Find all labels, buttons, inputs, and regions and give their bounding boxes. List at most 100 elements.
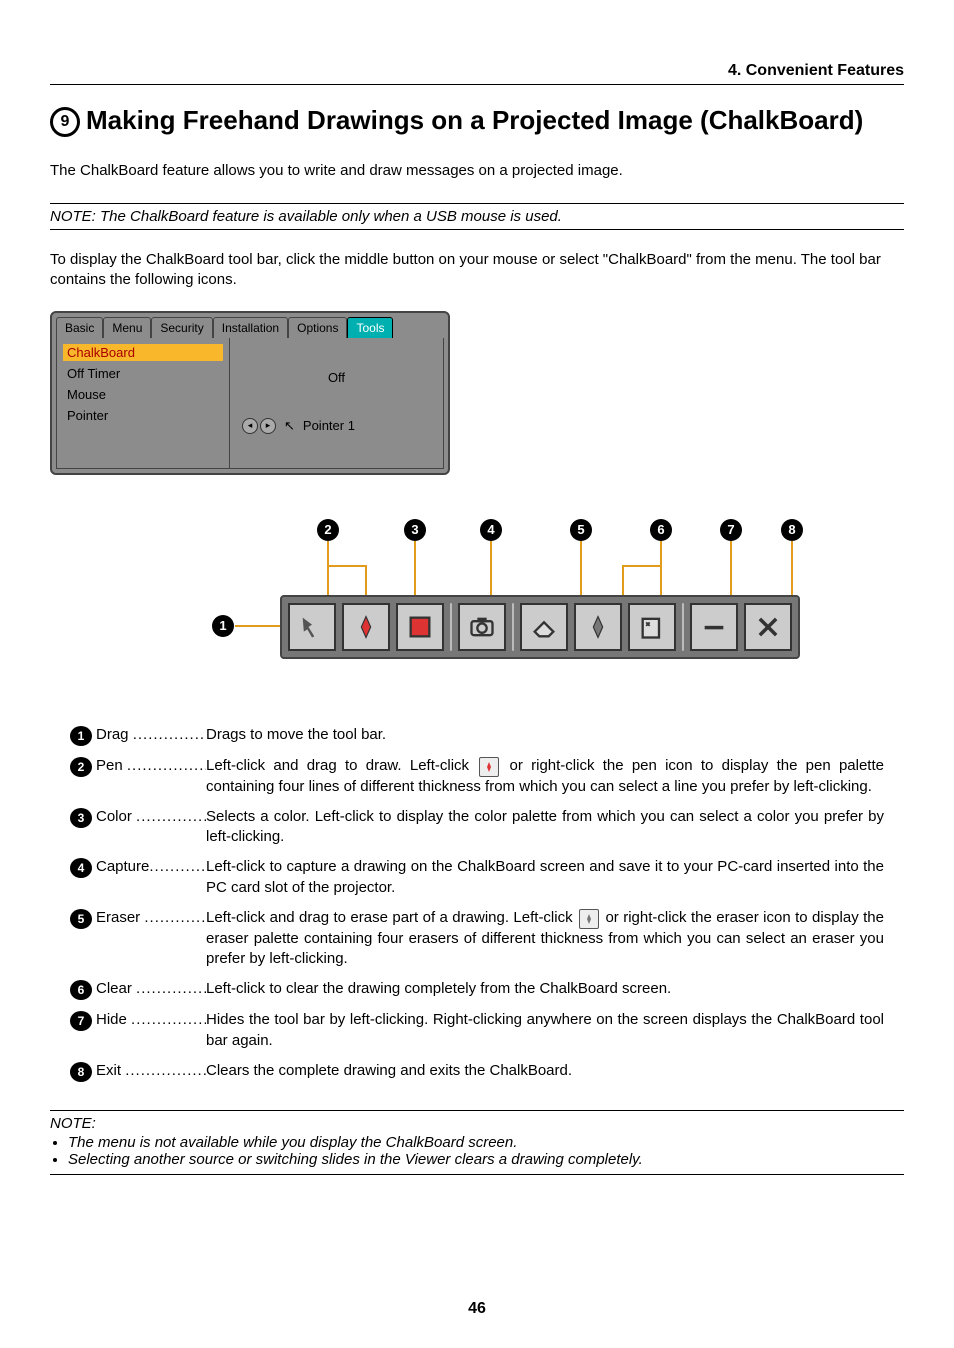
description-list: 1 Drag Drags to move the tool bar. 2 Pen… — [70, 725, 884, 1082]
bullet-6: 6 — [70, 980, 92, 1000]
label-eraser: Eraser — [96, 909, 140, 926]
leader-line — [327, 565, 367, 567]
callout-8: 8 — [781, 519, 803, 541]
offtimer-value: Off — [242, 368, 431, 388]
callout-4: 4 — [480, 519, 502, 541]
eraser-palette-icon — [579, 909, 599, 929]
text-exit: Clears the complete drawing and exits th… — [206, 1061, 884, 1081]
label-drag: Drag — [96, 726, 129, 743]
label-clear: Clear — [96, 980, 132, 997]
leader-line — [235, 625, 285, 627]
label-capture: Capture — [96, 858, 149, 875]
bullet-4: 4 — [70, 858, 92, 878]
drag-button-icon — [288, 603, 336, 651]
desc-row-eraser: 5 Eraser Left-click and drag to erase pa… — [70, 908, 884, 970]
toolbar-separator — [512, 603, 514, 651]
desc-row-capture: 4 Capture Left-click to capture a drawin… — [70, 857, 884, 898]
text-capture: Left-click to capture a drawing on the C… — [206, 857, 884, 898]
body-paragraph: To display the ChalkBoard tool bar, clic… — [50, 250, 904, 291]
menu-screenshot: Basic Menu Security Installation Options… — [50, 311, 450, 475]
arrow-control-icon: ◂▸ — [242, 418, 276, 434]
callout-1: 1 — [212, 615, 234, 637]
pen-button-icon — [342, 603, 390, 651]
tab-options: Options — [288, 317, 347, 338]
text-color: Selects a color. Left-click to display t… — [206, 807, 884, 848]
tab-installation: Installation — [213, 317, 288, 338]
bullet-8: 8 — [70, 1062, 92, 1082]
section-number-icon: 9 — [50, 107, 80, 137]
desc-row-drag: 1 Drag Drags to move the tool bar. — [70, 725, 884, 746]
note-bullet-2: Selecting another source or switching sl… — [68, 1151, 904, 1168]
bullet-5: 5 — [70, 909, 92, 929]
leader-line — [490, 541, 492, 601]
text-pen: Left-click and drag to draw. Left-click … — [206, 756, 884, 797]
leader-line — [327, 541, 329, 601]
tab-menu: Menu — [103, 317, 151, 338]
page-title: 9 Making Freehand Drawings on a Projecte… — [50, 103, 904, 138]
note-usb-mouse: NOTE: The ChalkBoard feature is availabl… — [50, 204, 904, 229]
label-hide: Hide — [96, 1011, 127, 1028]
label-color: Color — [96, 808, 132, 825]
menu-item-mouse: Mouse — [63, 386, 223, 403]
menu-item-chalkboard: ChalkBoard — [63, 344, 223, 361]
exit-button-icon — [744, 603, 792, 651]
callout-2: 2 — [317, 519, 339, 541]
menu-left-panel: ChalkBoard Off Timer Mouse Pointer — [57, 338, 230, 468]
page-number: 46 — [0, 1300, 954, 1318]
section-header: 4. Convenient Features — [728, 62, 904, 80]
toolbar-separator — [682, 603, 684, 651]
intro-paragraph: The ChalkBoard feature allows you to wri… — [50, 162, 904, 179]
capture-button-icon — [458, 603, 506, 651]
clear-button-icon — [628, 603, 676, 651]
toolbar-diagram: 2 3 4 5 6 7 8 1 — [50, 505, 904, 685]
eraser-button-icon — [520, 603, 568, 651]
bottom-note: NOTE: The menu is not available while yo… — [50, 1110, 904, 1175]
callout-5: 5 — [570, 519, 592, 541]
callout-3: 3 — [404, 519, 426, 541]
title-text: Making Freehand Drawings on a Projected … — [86, 103, 904, 138]
menu-right-panel: Off ◂▸ ↖ Pointer 1 — [230, 338, 443, 468]
leader-line — [622, 565, 662, 567]
tab-tools: Tools — [347, 317, 393, 338]
leader-line — [414, 541, 416, 601]
tab-basic: Basic — [56, 317, 103, 338]
leader-line — [580, 541, 582, 601]
pointer-value: Pointer 1 — [303, 418, 355, 433]
text-drag: Drags to move the tool bar. — [206, 725, 884, 745]
color-button-icon — [396, 603, 444, 651]
text-eraser-a: Left-click and drag to erase part of a d… — [206, 909, 577, 926]
text-clear: Left-click to clear the drawing complete… — [206, 979, 884, 999]
note-bullet-1: The menu is not available while you disp… — [68, 1134, 904, 1151]
text-hide: Hides the tool bar by left-clicking. Rig… — [206, 1010, 884, 1051]
desc-row-pen: 2 Pen Left-click and drag to draw. Left-… — [70, 756, 884, 797]
bullet-7: 7 — [70, 1011, 92, 1031]
leader-line — [660, 541, 662, 601]
callout-7: 7 — [720, 519, 742, 541]
tab-security: Security — [151, 317, 212, 338]
menu-item-pointer: Pointer — [63, 407, 223, 424]
label-pen: Pen — [96, 757, 123, 774]
bullet-2: 2 — [70, 757, 92, 777]
callout-6: 6 — [650, 519, 672, 541]
leader-line — [730, 541, 732, 601]
pointer-cursor-icon: ↖ — [284, 418, 295, 434]
hide-button-icon — [690, 603, 738, 651]
text-pen-a: Left-click and drag to draw. Left-click — [206, 757, 477, 774]
desc-row-clear: 6 Clear Left-click to clear the drawing … — [70, 979, 884, 1000]
desc-row-hide: 7 Hide Hides the tool bar by left-clicki… — [70, 1010, 884, 1051]
chalkboard-toolbar — [280, 595, 800, 659]
leader-line — [791, 541, 793, 601]
bullet-1: 1 — [70, 726, 92, 746]
note-label: NOTE: — [50, 1115, 96, 1132]
eraser-size-button-icon — [574, 603, 622, 651]
toolbar-separator — [450, 603, 452, 651]
rule — [50, 229, 904, 230]
top-rule: 4. Convenient Features — [50, 62, 904, 85]
desc-row-color: 3 Color Selects a color. Left-click to d… — [70, 807, 884, 848]
pen-palette-icon — [479, 757, 499, 777]
menu-item-offtimer: Off Timer — [63, 365, 223, 382]
desc-row-exit: 8 Exit Clears the complete drawing and e… — [70, 1061, 884, 1082]
label-exit: Exit — [96, 1062, 121, 1079]
bullet-3: 3 — [70, 808, 92, 828]
menu-tabs: Basic Menu Security Installation Options… — [56, 317, 444, 338]
